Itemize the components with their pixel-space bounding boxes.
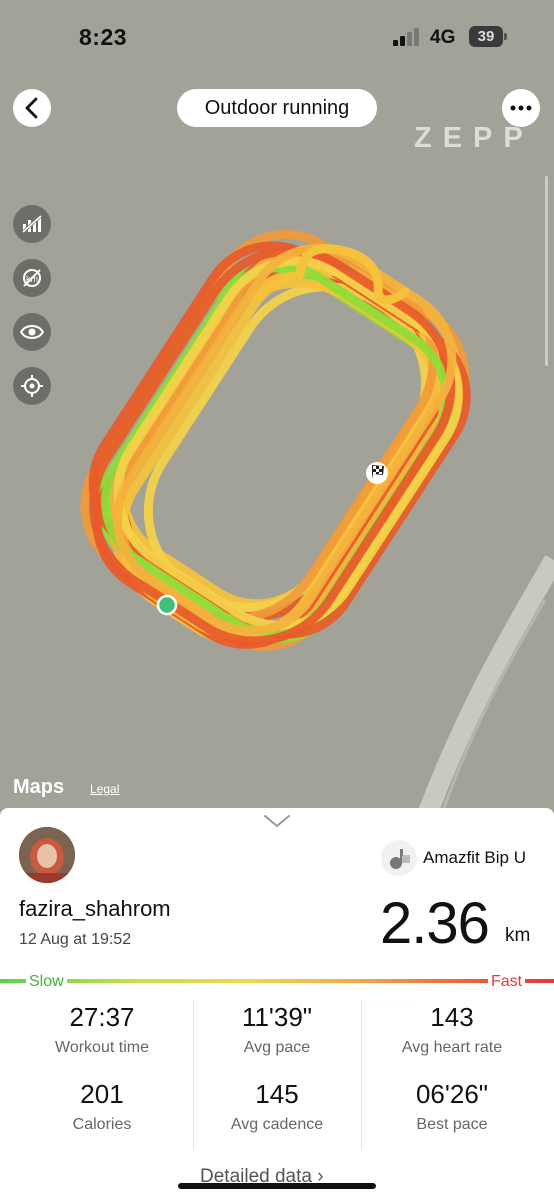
- toggle-markers-button[interactable]: km: [13, 259, 51, 297]
- stat-value: 11'39": [241, 1002, 313, 1032]
- finish-flag-marker: [366, 462, 388, 484]
- stat-label: Best pace: [416, 1116, 488, 1133]
- stat-calories: 201 Calories: [17, 1079, 187, 1134]
- stat-label: Avg cadence: [230, 1116, 324, 1133]
- username: fazira_shahrom: [19, 896, 171, 921]
- workout-date: 12 Aug at 19:52: [19, 931, 132, 948]
- stat-avg-cadence: 145 Avg cadence: [192, 1079, 362, 1134]
- legal-link[interactable]: Legal: [90, 782, 119, 796]
- stat-label: Calories: [72, 1116, 132, 1133]
- hide-pace-icon: [22, 214, 42, 234]
- map-scrollbar[interactable]: [545, 176, 548, 366]
- eye-icon: [20, 325, 44, 339]
- back-button[interactable]: [13, 89, 51, 127]
- stat-label: Avg heart rate: [401, 1039, 503, 1056]
- collapse-chevron-icon[interactable]: [263, 814, 291, 828]
- start-marker: [156, 594, 178, 616]
- stat-avg-heart-rate: 143 Avg heart rate: [367, 1002, 537, 1057]
- stat-best-pace: 06'26" Best pace: [367, 1079, 537, 1134]
- zepp-logo: ZEPP: [414, 122, 534, 154]
- stat-label: Avg pace: [243, 1039, 311, 1056]
- stat-workout-time: 27:37 Workout time: [17, 1002, 187, 1057]
- device-name: Amazfit Bip U: [423, 848, 526, 867]
- avatar[interactable]: [19, 827, 75, 883]
- stat-label: Workout time: [55, 1039, 149, 1056]
- locate-button[interactable]: [13, 367, 51, 405]
- stat-value: 06'26": [415, 1079, 489, 1109]
- distance-unit: km: [505, 925, 531, 946]
- stat-value: 27:37: [69, 1002, 135, 1032]
- stat-value: 201: [80, 1079, 124, 1109]
- toggle-pace-button[interactable]: [13, 205, 51, 243]
- stat-value: 145: [255, 1079, 299, 1109]
- music-note-icon: [390, 849, 410, 869]
- locate-icon: [21, 375, 43, 397]
- profile-photo: [19, 827, 75, 883]
- distance-value: 2.36: [380, 891, 490, 956]
- stat-value: 143: [430, 1002, 474, 1032]
- hide-km-markers-icon: km: [23, 269, 41, 287]
- page-title: Outdoor running: [177, 89, 377, 127]
- stat-avg-pace: 11'39" Avg pace: [192, 1002, 362, 1057]
- battery-indicator: 39: [469, 26, 507, 47]
- toggle-view-button[interactable]: [13, 313, 51, 351]
- fast-label: Fast: [488, 973, 526, 991]
- slow-label: Slow: [26, 973, 67, 991]
- more-dots-icon: [510, 105, 532, 111]
- device-icon: [381, 840, 417, 876]
- status-time: 8:23: [79, 24, 128, 50]
- status-bar: 8:23 4G 39: [0, 0, 554, 76]
- home-indicator: [178, 1183, 376, 1189]
- network-type: 4G: [430, 27, 456, 48]
- cellular-signal-icon: [393, 28, 419, 46]
- apple-maps-logo: Maps: [13, 776, 65, 798]
- pace-gradient-bar: [0, 979, 554, 983]
- route-map[interactable]: 8:23 4G 39 Outdoor running ZEPP Maps Leg…: [0, 0, 554, 820]
- chevron-left-icon: [25, 97, 38, 119]
